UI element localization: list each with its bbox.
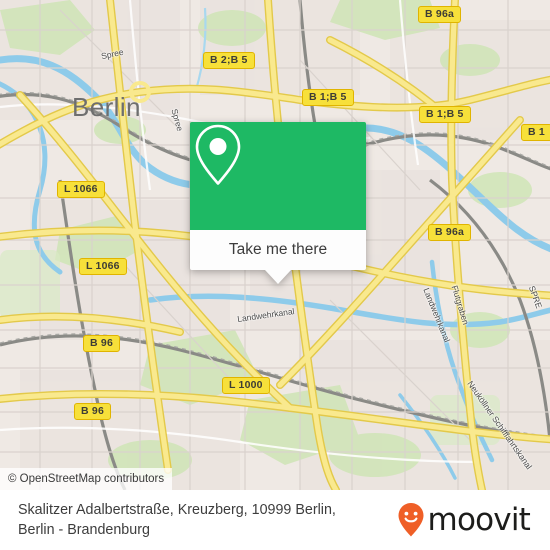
take-me-there-label: Take me there xyxy=(228,241,328,258)
footer-bar: Skalitzer Adalbertstraße, Kreuzberg, 109… xyxy=(0,490,550,550)
moovit-pin-icon xyxy=(398,503,424,537)
address-line-2: Berlin - Brandenburg xyxy=(18,522,150,538)
moovit-logo[interactable]: moovit xyxy=(397,502,532,538)
osm-attribution-label: © OpenStreetMap contributors xyxy=(8,473,165,485)
map-canvas[interactable]: Berlin Spree Spree Landwehrkanal Landweh… xyxy=(0,0,550,490)
road-shield[interactable]: B 96 xyxy=(74,403,111,420)
road-shield[interactable]: B 1 xyxy=(521,124,550,141)
city-label: Berlin xyxy=(72,92,141,122)
road-shield[interactable]: L 1066 xyxy=(79,258,127,275)
road-shield[interactable]: B 1;B 5 xyxy=(302,89,354,106)
map-screenshot: Berlin Spree Spree Landwehrkanal Landweh… xyxy=(0,0,550,550)
road-shield[interactable]: B 96a xyxy=(428,224,472,241)
road-shield[interactable]: B 1;B 5 xyxy=(419,106,471,123)
location-popup-card[interactable]: Take me there xyxy=(190,122,366,284)
road-shield[interactable]: B 2;B 5 xyxy=(203,52,255,69)
address-text: Skalitzer Adalbertstraße, Kreuzberg, 109… xyxy=(18,500,397,541)
road-shield[interactable]: B 96a xyxy=(418,6,462,23)
popup-header xyxy=(190,122,366,230)
road-shield[interactable]: B 96 xyxy=(83,335,120,352)
osm-attribution[interactable]: © OpenStreetMap contributors xyxy=(0,468,173,490)
moovit-wordmark: moovit xyxy=(427,501,531,538)
road-shield[interactable]: L 1000 xyxy=(222,377,270,394)
popup-pointer-tail xyxy=(265,270,291,284)
take-me-there-button[interactable]: Take me there xyxy=(190,230,366,270)
map-pin-icon xyxy=(195,124,241,185)
road-shield[interactable]: L 1066 xyxy=(57,181,105,198)
address-line-1: Skalitzer Adalbertstraße, Kreuzberg, 109… xyxy=(18,501,336,518)
